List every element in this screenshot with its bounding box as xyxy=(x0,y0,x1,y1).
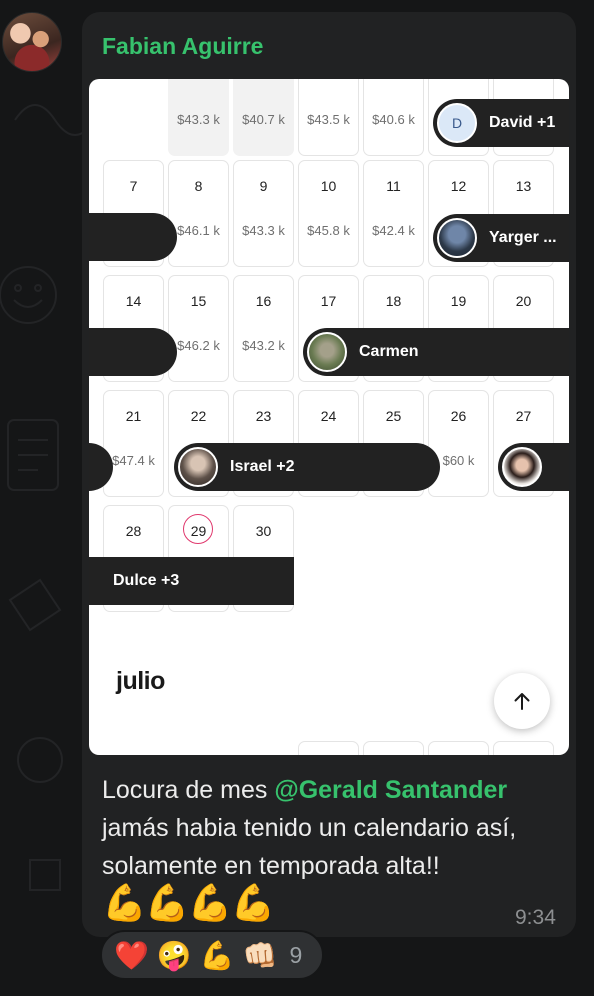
message-text-start: Locura de mes xyxy=(102,776,275,804)
calendar-day-cell xyxy=(428,741,489,755)
day-number: 8 xyxy=(194,178,203,194)
day-number: 13 xyxy=(515,178,532,194)
day-price: $40.7 k xyxy=(242,112,285,127)
day-number: 9 xyxy=(259,178,268,194)
calendar-day-cell[interactable]: 16 $43.2 k xyxy=(233,275,294,382)
day-number: 24 xyxy=(320,408,337,424)
reservation-bar-dulce[interactable]: Dulce +3 xyxy=(89,557,294,605)
fist-reaction: 👊🏻 xyxy=(242,939,278,971)
day-number: 14 xyxy=(125,293,142,309)
calendar-day-cell[interactable]: 15 $46.2 k xyxy=(168,275,229,382)
guest-avatar xyxy=(178,447,218,487)
day-number: 22 xyxy=(190,408,207,424)
day-price: $43.2 k xyxy=(242,338,285,353)
day-number: 16 xyxy=(255,293,272,309)
reservation-bar[interactable] xyxy=(89,328,177,376)
reservation-label: Carmen xyxy=(359,343,419,360)
day-number: 15 xyxy=(190,293,207,309)
reactions-bar[interactable]: ❤️ 🤪 💪 👊🏻 9 xyxy=(100,930,324,980)
calendar-day-cell xyxy=(103,79,164,156)
day-number: 27 xyxy=(515,408,532,424)
reservation-bar-david[interactable]: D David +1 xyxy=(433,99,569,147)
day-price: $45.8 k xyxy=(307,223,350,238)
sender-name[interactable]: Fabian Aguirre xyxy=(102,33,263,60)
day-number: 17 xyxy=(320,293,337,309)
day-price: $46.1 k xyxy=(177,223,220,238)
guest-avatar xyxy=(307,332,347,372)
reaction-count: 9 xyxy=(289,941,303,968)
reservation-bar-israel[interactable]: Israel +2 xyxy=(174,443,440,491)
calendar-day-cell: $40.6 k xyxy=(363,79,424,156)
sender-avatar[interactable] xyxy=(2,12,62,72)
day-number: 10 xyxy=(320,178,337,194)
day-number: 23 xyxy=(255,408,272,424)
calendar-day-cell[interactable]: 26 $60 k xyxy=(428,390,489,497)
day-number: 26 xyxy=(450,408,467,424)
flexed-biceps-reaction: 💪 xyxy=(199,939,235,971)
calendar-day-cell: $43.5 k xyxy=(298,79,359,156)
calendar-day-cell[interactable]: 11 $42.4 k xyxy=(363,160,424,267)
reservation-bar[interactable] xyxy=(89,213,177,261)
day-number: 20 xyxy=(515,293,532,309)
calendar-day-cell: $43.3 k xyxy=(168,79,229,156)
day-number: 25 xyxy=(385,408,402,424)
day-number: 19 xyxy=(450,293,467,309)
day-price: $43.3 k xyxy=(242,223,285,238)
day-number: 28 xyxy=(125,523,142,539)
message-emojis: 💪💪💪💪 xyxy=(102,882,275,923)
calendar-day-cell[interactable]: 21 $47.4 k xyxy=(103,390,164,497)
day-number: 29 xyxy=(190,523,207,539)
day-number: 30 xyxy=(255,523,272,539)
reservation-label: Yarger ... xyxy=(489,229,557,246)
mention-link[interactable]: @Gerald Santander xyxy=(274,776,507,804)
zany-face-reaction: 🤪 xyxy=(156,939,192,971)
day-price: $40.6 k xyxy=(372,112,415,127)
reservation-label: David +1 xyxy=(489,114,556,131)
guest-avatar xyxy=(437,218,477,258)
message-text-end: jamás habia tenido un calendario así, so… xyxy=(102,814,517,880)
calendar-day-cell[interactable]: 10 $45.8 k xyxy=(298,160,359,267)
day-price: $46.2 k xyxy=(177,338,220,353)
month-title: julio xyxy=(116,667,165,695)
day-price: $43.3 k xyxy=(177,112,220,127)
day-number: 7 xyxy=(129,178,138,194)
arrow-up-icon xyxy=(514,693,530,710)
calendar-screenshot-image[interactable]: $43.3 k $40.7 k $43.5 k $40.6 k 7 8 $46.1… xyxy=(89,79,569,755)
calendar-day-cell[interactable]: 8 $46.1 k xyxy=(168,160,229,267)
guest-avatar: D xyxy=(437,103,477,143)
reservation-bar-carmen[interactable]: Carmen xyxy=(303,328,569,376)
day-number: 11 xyxy=(386,178,401,194)
calendar-day-cell[interactable]: 9 $43.3 k xyxy=(233,160,294,267)
day-number: 21 xyxy=(125,408,142,424)
day-price: $43.5 k xyxy=(307,112,350,127)
calendar-day-cell: $40.7 k xyxy=(233,79,294,156)
calendar-day-cell xyxy=(363,741,424,755)
reservation-label: Israel +2 xyxy=(230,458,295,475)
guest-avatar xyxy=(502,447,542,487)
heart-reaction: ❤️ xyxy=(114,939,149,971)
scroll-to-top-button[interactable] xyxy=(494,673,550,729)
calendar-day-cell xyxy=(298,741,359,755)
calendar-day-cell xyxy=(493,741,554,755)
day-number: 12 xyxy=(450,178,467,194)
message-text: Locura de mes @Gerald Santander jamás ha… xyxy=(102,771,562,885)
day-price: $42.4 k xyxy=(372,223,415,238)
message-time: 9:34 xyxy=(515,906,556,929)
reservation-bar-yarger[interactable]: Yarger ... xyxy=(433,214,569,262)
reservation-bar[interactable] xyxy=(498,443,569,491)
reservation-label: Dulce +3 xyxy=(113,572,180,589)
day-number: 18 xyxy=(385,293,402,309)
